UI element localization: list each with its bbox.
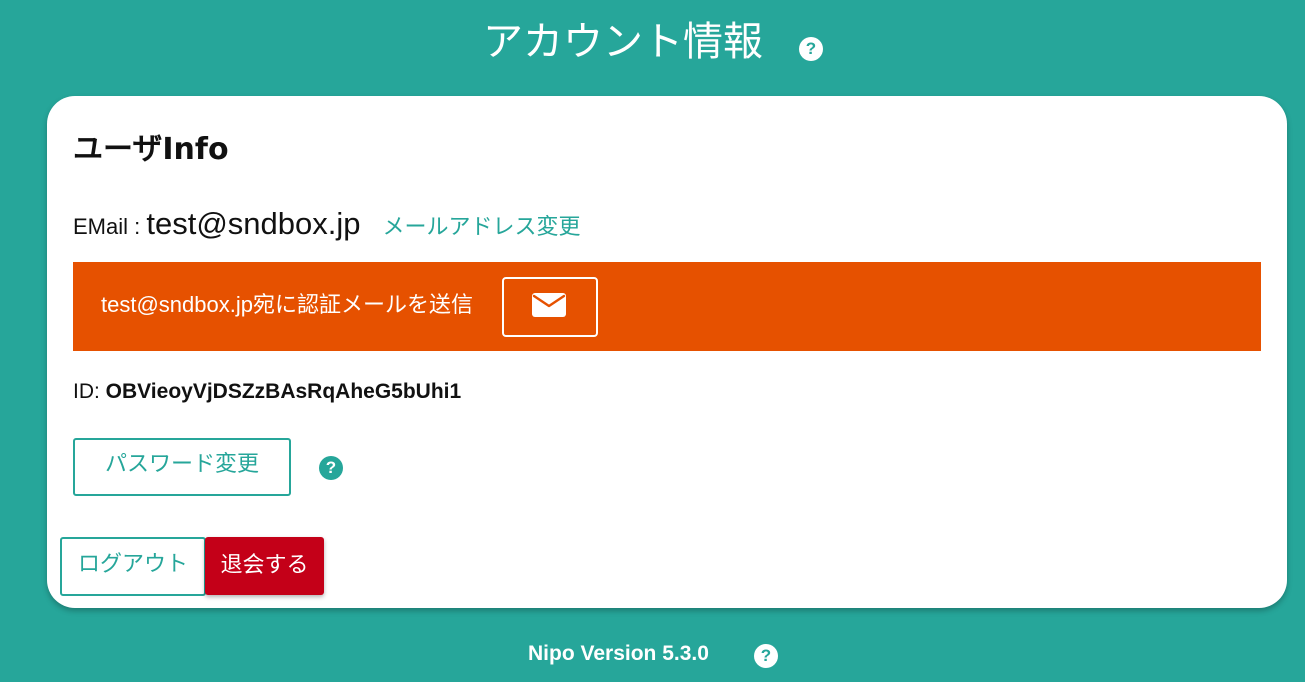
- card-title: ユーザInfo: [73, 132, 229, 167]
- withdraw-button[interactable]: 退会する: [205, 537, 324, 595]
- mail-icon: [532, 293, 566, 317]
- version-help-icon[interactable]: ?: [754, 644, 778, 668]
- id-label: ID:: [73, 380, 106, 403]
- verification-banner: test@sndbox.jp宛に認証メールを送信: [73, 262, 1261, 351]
- email-row: EMail : test@sndbox.jp メールアドレス変更: [73, 206, 581, 246]
- id-value: OBVieoyVjDSZzBAsRqAheG5bUhi1: [105, 380, 462, 403]
- page-title: アカウント情報: [483, 19, 763, 65]
- logout-button[interactable]: ログアウト: [60, 537, 206, 596]
- page-header: アカウント情報 ?: [0, 14, 1305, 74]
- change-email-link[interactable]: メールアドレス変更: [383, 215, 581, 240]
- help-icon[interactable]: ?: [799, 37, 823, 61]
- user-info-card: ユーザInfo EMail : test@sndbox.jp メールアドレス変更 …: [47, 96, 1287, 608]
- email-value: test@sndbox.jp: [146, 206, 361, 241]
- email-label: EMail :: [73, 214, 147, 239]
- change-password-button[interactable]: パスワード変更: [73, 438, 291, 496]
- footer: Nipo Version 5.3.0 ?: [0, 636, 1305, 676]
- version-text: Nipo Version 5.3.0: [528, 642, 709, 665]
- send-verification-mail-button[interactable]: [502, 277, 598, 337]
- id-row: ID: OBVieoyVjDSZzBAsRqAheG5bUhi1: [73, 380, 461, 404]
- password-help-icon[interactable]: ?: [319, 456, 343, 480]
- verification-text: test@sndbox.jp宛に認証メールを送信: [101, 292, 473, 317]
